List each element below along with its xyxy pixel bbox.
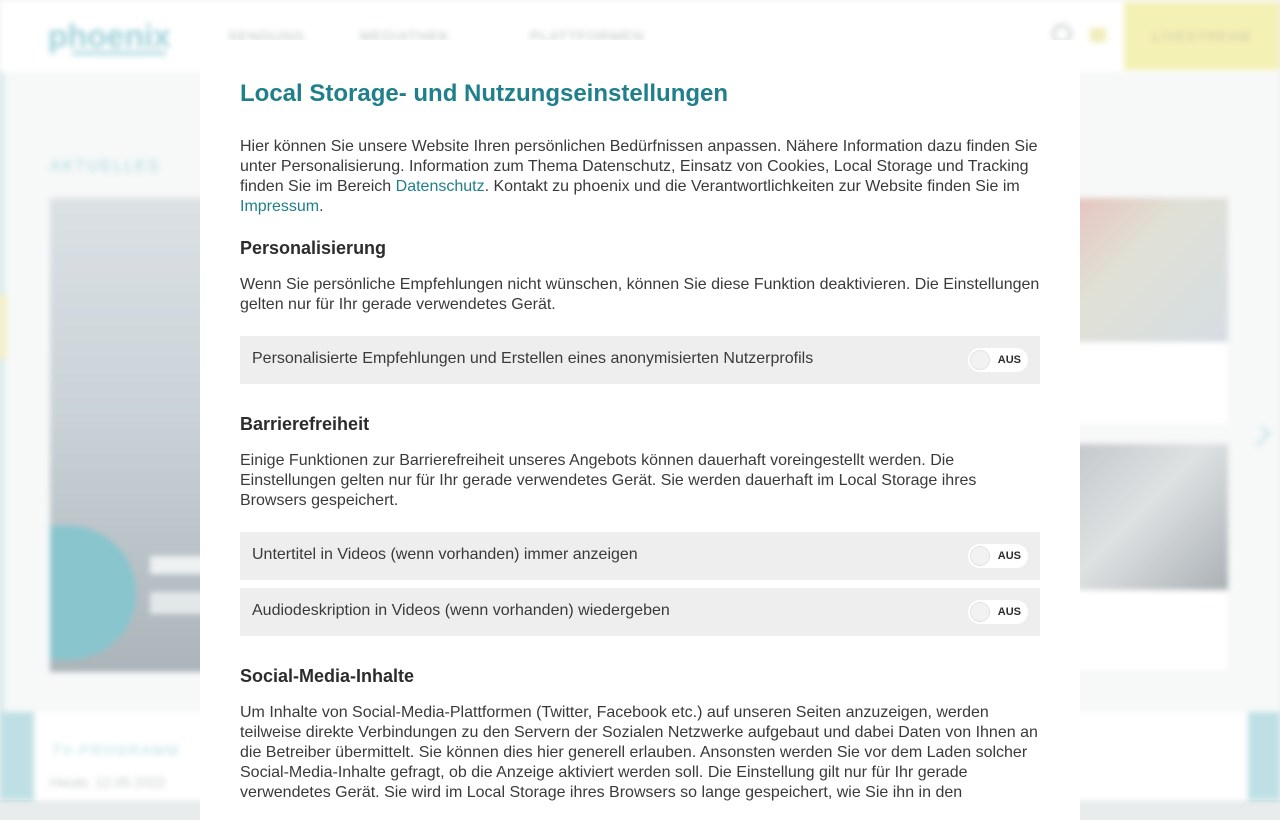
datenschutz-link[interactable]: Datenschutz bbox=[396, 178, 485, 195]
toggle-state: AUS bbox=[997, 550, 1021, 562]
setting-audiodeskription: Audiodeskription in Videos (wenn vorhand… bbox=[240, 588, 1040, 636]
setting-label: Audiodeskription in Videos (wenn vorhand… bbox=[252, 602, 670, 619]
toggle-state: AUS bbox=[997, 606, 1021, 618]
social-media-heading: Social-Media-Inhalte bbox=[240, 666, 415, 686]
social-media-description: Um Inhalte von Social-Media-Plattformen … bbox=[240, 704, 1038, 801]
personalisierung-description: Wenn Sie persönliche Empfehlungen nicht … bbox=[240, 276, 1040, 313]
toggle-knob bbox=[970, 602, 990, 622]
toggle-knob bbox=[970, 350, 990, 370]
setting-personalisierung: Personalisierte Empfehlungen und Erstell… bbox=[240, 336, 1040, 384]
untertitel-toggle[interactable]: AUS bbox=[968, 544, 1028, 568]
audiodeskription-toggle[interactable]: AUS bbox=[968, 600, 1028, 624]
dialog-title: Local Storage- und Nutzungseinstellungen bbox=[240, 80, 729, 107]
barrierefreiheit-heading: Barrierefreiheit bbox=[240, 414, 370, 434]
setting-label: Personalisierte Empfehlungen und Erstell… bbox=[252, 350, 814, 367]
intro-text: Hier können Sie unsere Website Ihren per… bbox=[240, 137, 1040, 217]
toggle-knob bbox=[970, 546, 990, 566]
toggle-state: AUS bbox=[997, 354, 1021, 366]
setting-untertitel: Untertitel in Videos (wenn vorhanden) im… bbox=[240, 532, 1040, 580]
intro-text-part: . Kontakt zu phoenix und die Verantwortl… bbox=[484, 178, 1020, 195]
storage-settings-dialog: Local Storage- und Nutzungseinstellungen… bbox=[200, 40, 1080, 820]
personalisierung-heading: Personalisierung bbox=[240, 238, 387, 258]
personalisierung-toggle[interactable]: AUS bbox=[968, 348, 1028, 372]
barrierefreiheit-description: Einige Funktionen zur Barrierefreiheit u… bbox=[240, 452, 977, 509]
setting-label: Untertitel in Videos (wenn vorhanden) im… bbox=[252, 546, 638, 563]
impressum-link[interactable]: Impressum bbox=[240, 198, 319, 215]
intro-text-part: . bbox=[319, 198, 324, 215]
